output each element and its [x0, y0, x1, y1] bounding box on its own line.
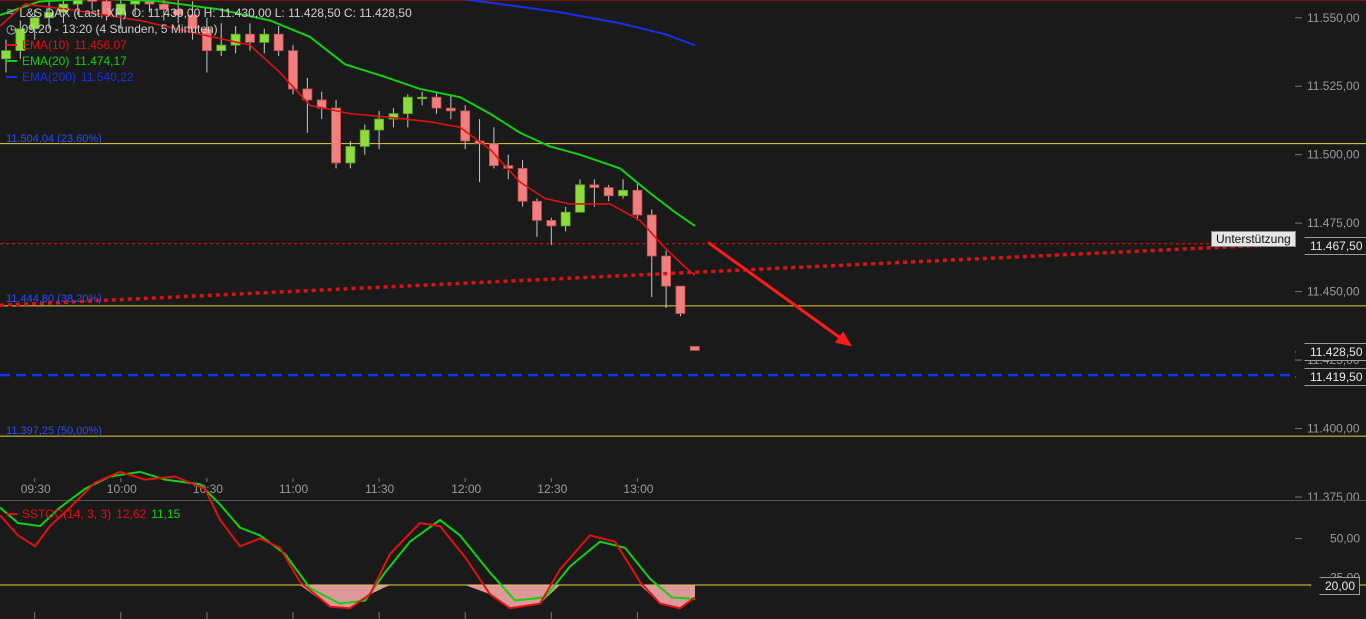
y-tick-label: 11.525,00: [1307, 79, 1360, 93]
candle-body[interactable]: [689, 345, 700, 351]
stoch-d-line: [0, 470, 696, 605]
ema20-swatch: [6, 60, 17, 62]
stoch-swatch: [6, 513, 17, 515]
y-tick-label: 11.475,00: [1307, 216, 1360, 230]
down-arrow-head: [834, 331, 852, 347]
candle-body[interactable]: [331, 107, 341, 164]
candle-body[interactable]: [632, 189, 643, 216]
stoch-k-value: 12,62: [116, 507, 147, 521]
candle-body[interactable]: [359, 129, 370, 147]
candle-body[interactable]: [460, 110, 471, 142]
ema200-name: EMA(200): [22, 70, 77, 84]
candle-body[interactable]: [417, 96, 428, 100]
support-price-tag: 11.467,50: [1295, 237, 1366, 255]
legend-ema10[interactable]: EMA(10) 11.456,07: [6, 37, 412, 53]
stoch-level-tag: 20,00: [1310, 577, 1361, 595]
candle-body[interactable]: [532, 200, 542, 221]
clock-icon: ◷: [6, 22, 17, 36]
candle-body[interactable]: [661, 255, 671, 287]
last-price-tag: 11.428,50: [1295, 343, 1366, 361]
ema10-name: EMA(10): [22, 38, 70, 52]
ema10-swatch: [6, 44, 17, 46]
candle-body[interactable]: [345, 146, 356, 164]
x-tick-label: 13:00: [623, 482, 653, 496]
x-tick-label: 10:00: [107, 482, 137, 496]
candle-body[interactable]: [603, 187, 614, 197]
price-chart[interactable]: 11.550,00 11.525,00 11.500,00 11.475,00 11.4…: [0, 0, 1366, 619]
chart-legend: ≋ L&S DAX (Last, XP) O: 11.430,00 H: 11.…: [6, 5, 412, 85]
candle-body[interactable]: [546, 220, 557, 227]
legend-ema200[interactable]: EMA(200) 11.540,22: [6, 69, 412, 85]
legend-period: ◷ 09:20 - 13:20 (4 Stunden, 5 Minuten): [6, 21, 412, 37]
candle-body[interactable]: [431, 96, 442, 109]
x-tick-label: 12:00: [451, 482, 481, 496]
stoch-tick-50: 50,00: [1330, 532, 1360, 546]
down-arrow-shaft: [707, 241, 845, 342]
fib-label-38: 11.444,80 (38,20%): [6, 293, 102, 305]
x-tick-label: 11:30: [365, 482, 394, 496]
stoch-oversold-fill: [0, 585, 695, 609]
ema20-value: 11.474,17: [74, 54, 127, 68]
stoch-legend: SSTOC(14, 3, 3) 12,62 11,15: [6, 506, 180, 522]
candle-body[interactable]: [488, 143, 499, 167]
symbol-icon: ≋: [6, 7, 15, 18]
candle-body[interactable]: [87, 0, 97, 2]
legend-header: ≋ L&S DAX (Last, XP) O: 11.430,00 H: 11.…: [6, 5, 412, 21]
candle-body[interactable]: [445, 107, 456, 112]
blue-level-tag: 11.419,50: [1295, 368, 1366, 386]
ohlc-readout: O: 11.430,00 H: 11.430,00 L: 11.428,50 C…: [131, 6, 412, 20]
candle-body[interactable]: [675, 285, 686, 314]
x-tick-label: 09:30: [21, 482, 51, 496]
candle-body[interactable]: [589, 184, 600, 188]
x-tick-label: 11:00: [279, 482, 308, 496]
candle-body[interactable]: [618, 189, 628, 197]
stoch-name: SSTOC(14, 3, 3): [22, 507, 112, 521]
candle-body[interactable]: [402, 96, 413, 115]
stoch-legend-row[interactable]: SSTOC(14, 3, 3) 12,62 11,15: [6, 506, 180, 522]
ema200-value: 11.540,22: [81, 70, 134, 84]
support-label[interactable]: Unterstützung: [1211, 231, 1296, 247]
ema200-swatch: [6, 76, 17, 78]
stoch-d-value: 11,15: [151, 507, 181, 521]
candle-body[interactable]: [560, 211, 571, 227]
ema10-value: 11.456,07: [74, 38, 127, 52]
y-tick-label: 11.450,00: [1307, 285, 1360, 299]
chart-stage[interactable]: 11.550,00 11.525,00 11.500,00 11.475,00 11.4…: [0, 0, 1366, 619]
legend-ema20[interactable]: EMA(20) 11.474,17: [6, 53, 412, 69]
x-tick-label: 12:30: [537, 482, 567, 496]
candle-body[interactable]: [374, 118, 385, 131]
candle-body[interactable]: [646, 214, 657, 257]
candle-body[interactable]: [517, 167, 528, 202]
y-tick-label: 11.400,00: [1307, 422, 1360, 436]
fib-label-23: 11.504,04 (23,60%): [6, 133, 102, 145]
period-label: 09:20 - 13:20 (4 Stunden, 5 Minuten): [21, 22, 218, 36]
y-tick-label: 11.500,00: [1307, 148, 1360, 162]
ema20-name: EMA(20): [22, 54, 70, 68]
y-tick-label: 11.550,00: [1307, 11, 1360, 25]
candle-body[interactable]: [575, 184, 585, 213]
y-tick-label: 11.375,00: [1307, 490, 1360, 504]
fib-label-50: 11.397,25 (50,00%): [6, 425, 102, 437]
symbol-name: L&S DAX (Last, XP): [19, 6, 127, 20]
